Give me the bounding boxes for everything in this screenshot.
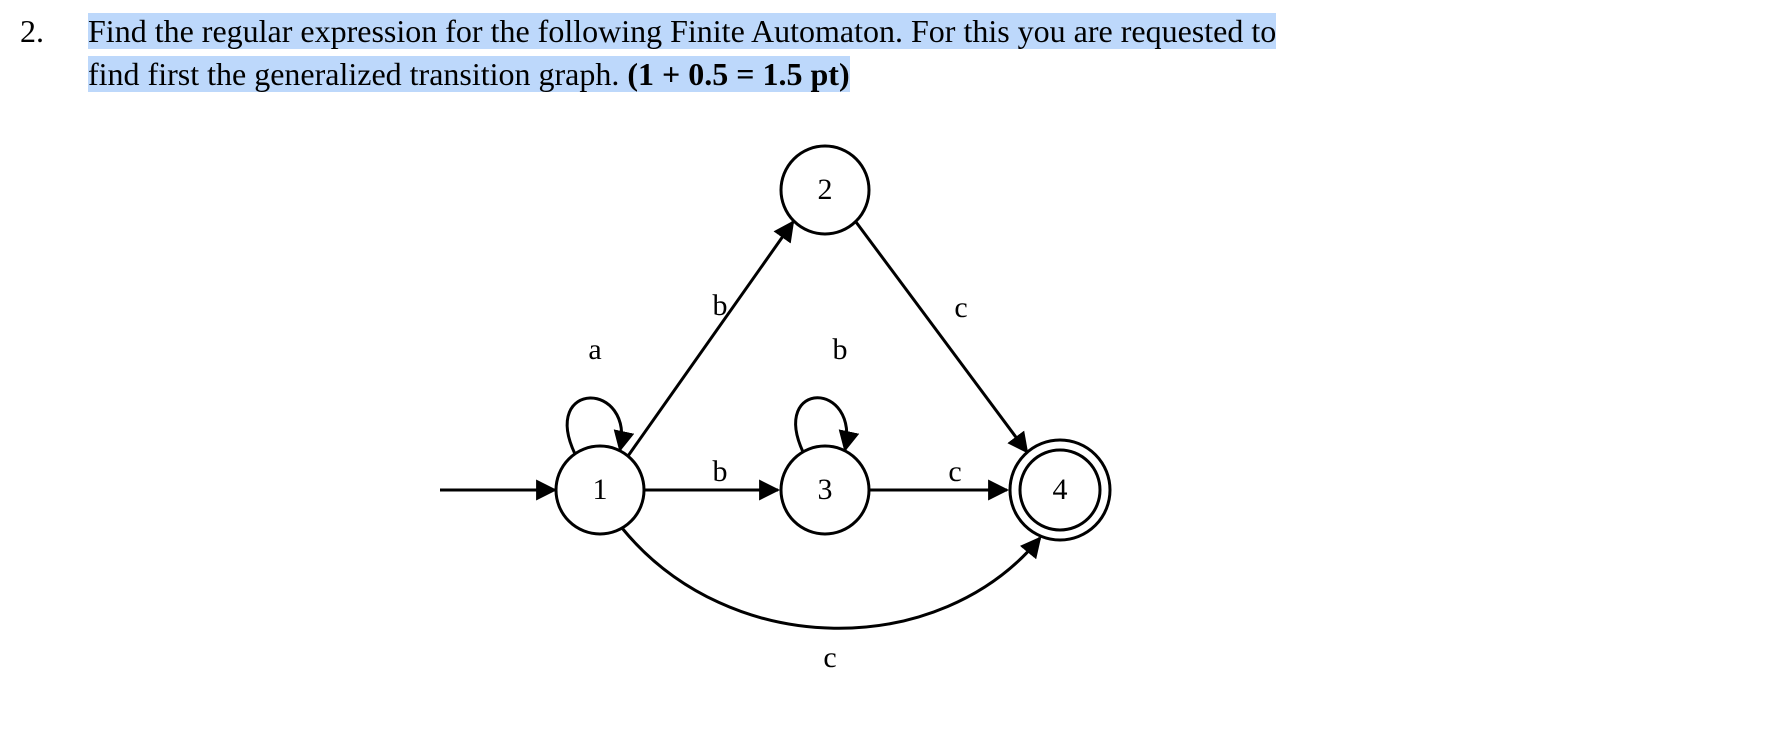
edge-1-3-label: b [713,455,728,488]
question-line2-prefix: find first the generalized transition gr… [88,56,627,92]
edge-1-4-label: c [823,641,836,674]
state-3-label: 3 [818,473,833,506]
edge-3-4-label: c [948,455,961,488]
automaton-diagram: 1 a 2 3 b 4 b b c [400,130,1200,730]
loop-1-label: a [588,333,601,366]
loop-3-label: b [833,333,848,366]
question-number: 2. [20,10,80,53]
question-body: Find the regular expression for the foll… [88,10,1688,96]
state-1-label: 1 [593,473,608,506]
loop-3 [796,398,847,452]
state-4-label: 4 [1053,473,1068,506]
question-points: (1 + 0.5 = 1.5 pt) [627,56,849,92]
edge-1-2 [628,222,793,456]
page: 2. Find the regular expression for the f… [0,0,1768,740]
question-line1: Find the regular expression for the foll… [88,13,1276,49]
question-block: 2. Find the regular expression for the f… [20,10,1748,96]
edge-1-4 [622,528,1040,628]
edge-2-4-label: c [954,291,967,324]
state-2-label: 2 [818,173,833,206]
edge-2-4 [856,222,1027,452]
edge-1-2-label: b [713,289,728,322]
